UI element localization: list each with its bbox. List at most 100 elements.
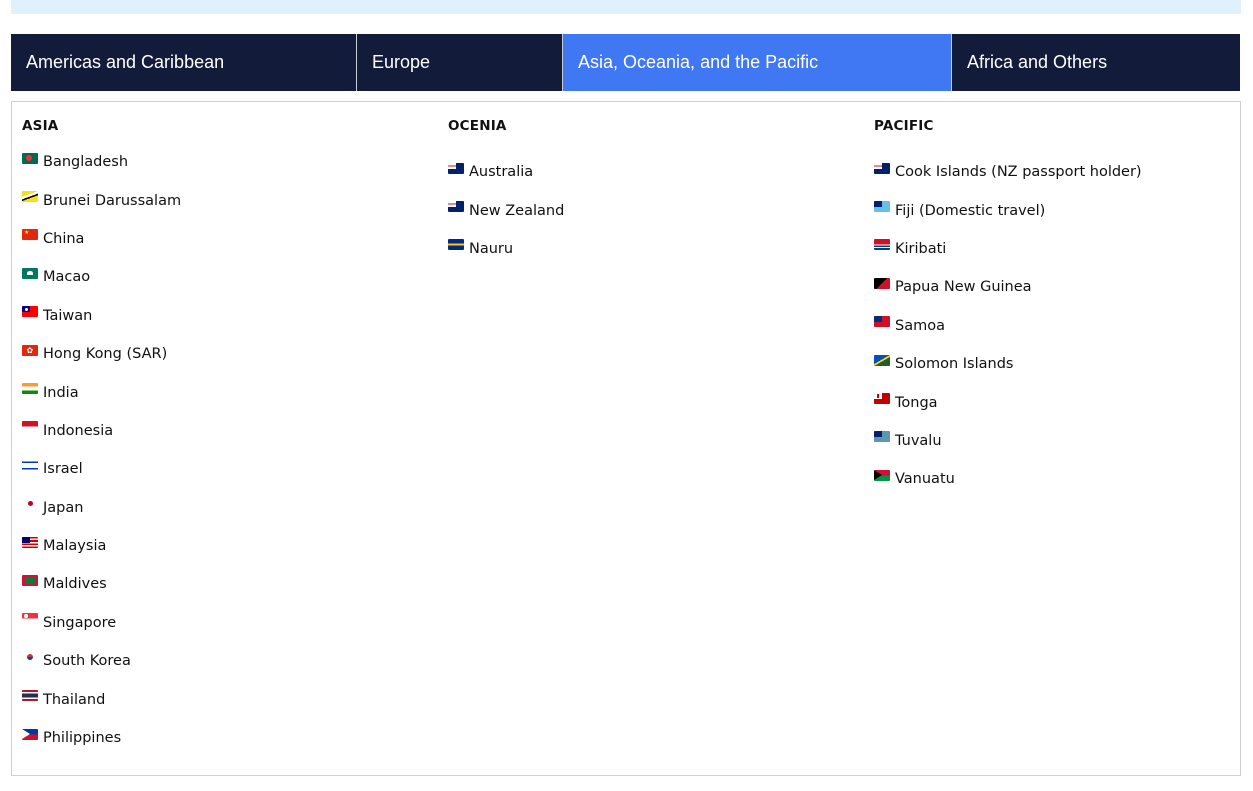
country-link[interactable]: New Zealand [469,203,564,219]
country-link[interactable]: Kiribati [895,241,946,257]
country-link[interactable]: Indonesia [43,423,113,439]
country-item-japan[interactable]: Japan [22,489,181,527]
asia-heading: ASIA [22,118,59,134]
country-item-new-zealand[interactable]: New Zealand [448,191,564,229]
country-link[interactable]: Bangladesh [43,154,128,170]
country-item-israel[interactable]: Israel [22,450,181,488]
country-item-malaysia[interactable]: Malaysia [22,527,181,565]
south-korea-flag-icon [22,651,38,663]
china-flag-icon: ★ [22,229,38,241]
country-link[interactable]: Hong Kong (SAR) [43,346,167,362]
country-link[interactable]: Macao [43,269,90,285]
country-item-taiwan[interactable]: Taiwan [22,297,181,335]
kiribati-flag-icon [874,239,890,251]
country-item-south-korea[interactable]: South Korea [22,642,181,680]
country-link[interactable]: China [43,231,84,247]
oceania-heading: OCENIA [448,118,507,134]
tab-label: Europe [372,52,431,72]
tuvalu-flag-icon [874,431,890,443]
israel-flag-icon [22,459,38,471]
country-link[interactable]: Papua New Guinea [895,279,1032,295]
country-link[interactable]: Maldives [43,576,107,592]
country-link[interactable]: Tuvalu [895,433,942,449]
cook-islands-flag-icon [874,162,890,174]
thailand-flag-icon [22,690,38,702]
region-tab-bar: Americas and Caribbean Europe Asia, Ocea… [11,34,1240,91]
new-zealand-flag-icon [448,201,464,213]
tab-africa-and-others[interactable]: Africa and Others [952,34,1240,91]
pacific-heading: PACIFIC [874,118,934,134]
nauru-flag-icon [448,239,464,251]
country-link[interactable]: Israel [43,461,83,477]
tonga-flag-icon [874,393,890,405]
country-item-vanuatu[interactable]: Vanuatu [874,460,1142,498]
country-link[interactable]: Malaysia [43,538,106,554]
tab-asia-oceania-pacific[interactable]: Asia, Oceania, and the Pacific [563,34,952,91]
papua-new-guinea-flag-icon [874,277,890,289]
top-banner [11,0,1241,14]
country-item-bangladesh[interactable]: Bangladesh [22,143,181,181]
country-link[interactable]: Samoa [895,318,945,334]
country-link[interactable]: Japan [43,500,83,516]
vanuatu-flag-icon [874,469,890,481]
country-item-brunei-darussalam[interactable]: Brunei Darussalam [22,181,181,219]
country-link[interactable]: Tonga [895,395,938,411]
country-link[interactable]: Vanuatu [895,471,955,487]
asia-country-list: Bangladesh Brunei Darussalam ★ China Macao Ta… [22,143,181,757]
country-link[interactable]: Cook Islands (NZ passport holder) [895,164,1142,180]
country-item-papua-new-guinea[interactable]: Papua New Guinea [874,268,1142,306]
country-item-cook-islands-nz-passport-holder[interactable]: Cook Islands (NZ passport holder) [874,153,1142,191]
country-item-macao[interactable]: Macao [22,258,181,296]
country-item-tuvalu[interactable]: Tuvalu [874,422,1142,460]
country-link[interactable]: Fiji (Domestic travel) [895,203,1045,219]
singapore-flag-icon [22,613,38,625]
country-link[interactable]: Singapore [43,615,116,631]
country-item-thailand[interactable]: Thailand [22,680,181,718]
country-item-tonga[interactable]: Tonga [874,383,1142,421]
country-item-solomon-islands[interactable]: Solomon Islands [874,345,1142,383]
australia-flag-icon [448,162,464,174]
pacific-country-list: Cook Islands (NZ passport holder) Fiji (D… [874,153,1142,499]
tab-label: Asia, Oceania, and the Pacific [578,52,819,72]
country-item-singapore[interactable]: Singapore [22,604,181,642]
tab-europe[interactable]: Europe [357,34,563,91]
indonesia-flag-icon [22,421,38,433]
country-item-fiji-domestic-travel[interactable]: Fiji (Domestic travel) [874,191,1142,229]
country-link[interactable]: Australia [469,164,533,180]
fiji-flag-icon [874,201,890,213]
country-item-china[interactable]: ★ China [22,220,181,258]
hong-kong-flag-icon: ✿ [22,344,38,356]
tab-label: Africa and Others [967,52,1108,72]
country-item-india[interactable]: India [22,373,181,411]
japan-flag-icon [22,498,38,510]
country-item-samoa[interactable]: Samoa [874,307,1142,345]
country-link[interactable]: Nauru [469,241,513,257]
taiwan-flag-icon [22,306,38,318]
tab-label: Americas and Caribbean [26,52,225,72]
country-list-panel: ASIA Bangladesh Brunei Darussalam ★ China Ma… [11,101,1241,776]
country-link[interactable]: Brunei Darussalam [43,193,181,209]
india-flag-icon [22,383,38,395]
bangladesh-flag-icon [22,152,38,164]
malaysia-flag-icon [22,536,38,548]
country-link[interactable]: India [43,385,79,401]
country-link[interactable]: South Korea [43,653,131,669]
brunei-flag-icon [22,191,38,203]
country-item-indonesia[interactable]: Indonesia [22,412,181,450]
country-item-australia[interactable]: Australia [448,153,564,191]
macao-flag-icon [22,267,38,279]
country-item-kiribati[interactable]: Kiribati [874,230,1142,268]
philippines-flag-icon [22,728,38,740]
country-link[interactable]: Philippines [43,730,121,746]
solomon-islands-flag-icon [874,354,890,366]
country-link[interactable]: Thailand [43,692,105,708]
tab-americas-and-caribbean[interactable]: Americas and Caribbean [11,34,357,91]
country-link[interactable]: Solomon Islands [895,356,1013,372]
country-item-maldives[interactable]: Maldives [22,565,181,603]
oceania-country-list: Australia New Zealand Nauru [448,153,564,268]
country-item-nauru[interactable]: Nauru [448,230,564,268]
maldives-flag-icon [22,574,38,586]
country-link[interactable]: Taiwan [43,308,92,324]
country-item-hong-kong-sar[interactable]: ✿ Hong Kong (SAR) [22,335,181,373]
country-item-philippines[interactable]: Philippines [22,719,181,757]
